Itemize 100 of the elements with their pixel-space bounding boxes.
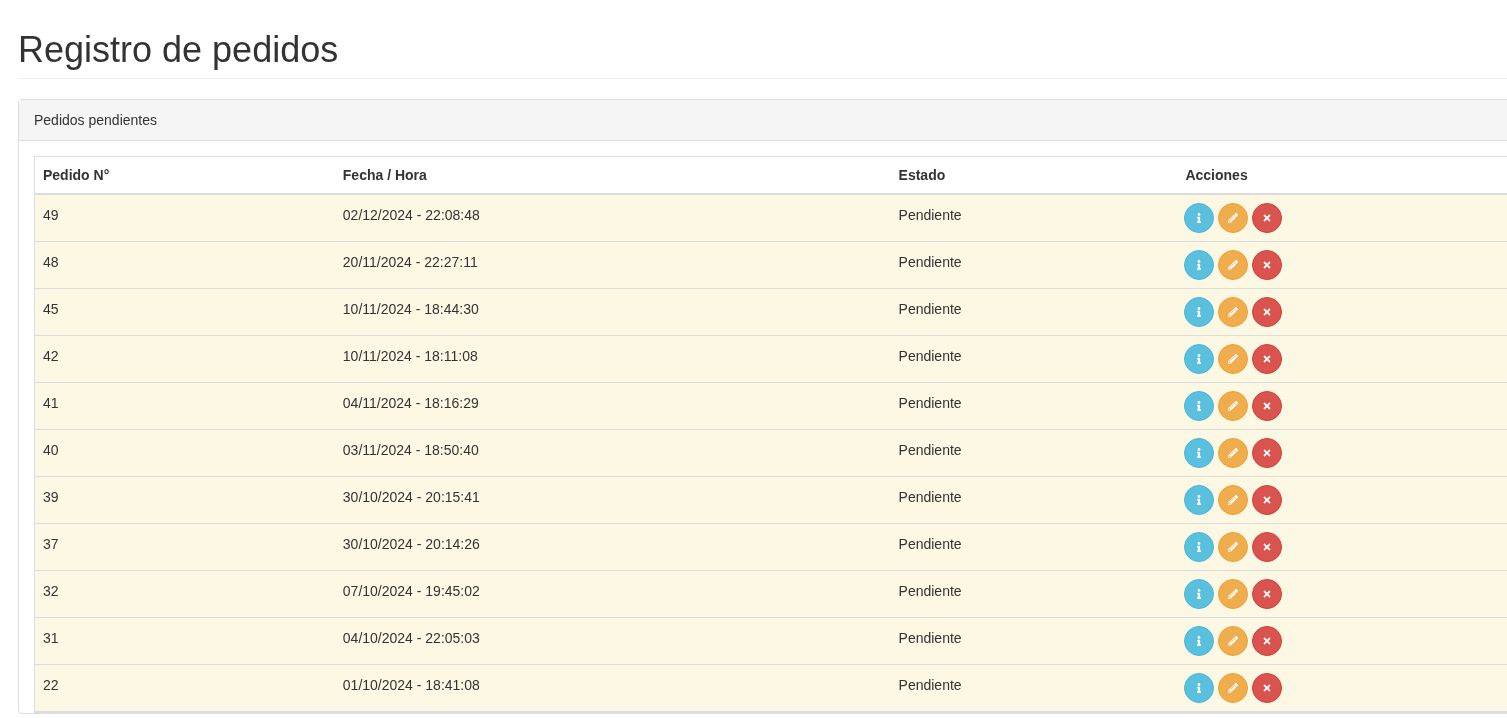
edit-button[interactable] <box>1218 438 1249 468</box>
edit-button[interactable] <box>1218 344 1249 374</box>
panel-title: Pedidos pendientes <box>34 110 157 130</box>
edit-button[interactable] <box>1218 250 1249 280</box>
table-cell: Pendiente <box>898 207 962 223</box>
table-cell: 49 <box>43 207 59 223</box>
info-button[interactable] <box>1184 532 1215 562</box>
table-cell: 04/10/2024 - 22:05:03 <box>342 630 480 646</box>
delete-button[interactable] <box>1252 485 1283 515</box>
info-button[interactable] <box>1184 626 1215 656</box>
table-row[interactable]: 40 03/11/2024 - 18:50:40 Pendiente <box>35 430 1507 477</box>
pencil-icon <box>1228 589 1239 599</box>
table-row[interactable]: 48 20/11/2024 - 22:27:11 Pendiente <box>35 242 1507 289</box>
table-cell: 07/10/2024 - 19:45:02 <box>342 583 480 599</box>
delete-button[interactable] <box>1252 532 1283 562</box>
info-button[interactable] <box>1184 297 1215 327</box>
delete-button[interactable] <box>1252 344 1283 374</box>
table-cell: 30/10/2024 - 20:15:41 <box>342 489 480 505</box>
table-cell: 30/10/2024 - 20:14:26 <box>342 536 480 552</box>
table-row[interactable]: 31 04/10/2024 - 22:05:03 Pendiente <box>35 618 1507 665</box>
close-icon <box>1262 354 1273 364</box>
table-cell: 41 <box>43 395 59 411</box>
info-button[interactable] <box>1184 673 1215 703</box>
close-icon <box>1262 683 1273 693</box>
table-cell: 40 <box>43 442 59 458</box>
info-button[interactable] <box>1184 485 1215 515</box>
table-row[interactable]: 32 07/10/2024 - 19:45:02 Pendiente <box>35 571 1507 618</box>
pencil-icon <box>1228 683 1239 693</box>
close-icon <box>1262 307 1273 317</box>
table-cell: 02/12/2024 - 22:08:48 <box>342 207 480 223</box>
table-cell: 10/11/2024 - 18:44:30 <box>342 301 479 317</box>
table-cell: Pendiente <box>898 442 962 458</box>
table-cell: 42 <box>43 348 59 364</box>
close-icon <box>1262 636 1273 646</box>
info-button[interactable] <box>1184 203 1215 233</box>
pencil-icon <box>1228 213 1239 223</box>
delete-button[interactable] <box>1252 250 1283 280</box>
close-icon <box>1262 542 1273 552</box>
table-row[interactable]: 39 30/10/2024 - 20:15:41 Pendiente <box>35 477 1507 524</box>
table-cell: 48 <box>43 254 59 270</box>
table-cell: 32 <box>43 583 59 599</box>
edit-button[interactable] <box>1218 391 1249 421</box>
table-row[interactable]: 41 04/11/2024 - 18:16:29 Pendiente <box>35 383 1507 430</box>
close-icon <box>1262 260 1273 270</box>
pencil-icon <box>1228 448 1239 458</box>
table-cell: 20/11/2024 - 22:27:11 <box>342 254 478 270</box>
table-cell: Pendiente <box>898 536 962 552</box>
delete-button[interactable] <box>1252 626 1283 656</box>
info-button[interactable] <box>1184 250 1215 280</box>
table-cell: Pendiente <box>898 583 962 599</box>
table-cell: 03/11/2024 - 18:50:40 <box>342 442 479 458</box>
edit-button[interactable] <box>1218 297 1249 327</box>
delete-button[interactable] <box>1252 391 1283 421</box>
table-cell: 01/10/2024 - 18:41:08 <box>342 677 480 693</box>
delete-button[interactable] <box>1252 438 1283 468</box>
table-row[interactable]: 49 02/12/2024 - 22:08:48 Pendiente <box>35 195 1507 242</box>
column-header: Estado <box>898 165 946 185</box>
table-row[interactable]: 22 01/10/2024 - 18:41:08 Pendiente <box>35 665 1507 712</box>
pencil-icon <box>1228 401 1239 411</box>
table-cell: 37 <box>43 536 59 552</box>
close-icon <box>1262 448 1273 458</box>
table-cell: Pendiente <box>898 395 962 411</box>
column-header: Acciones <box>1185 165 1248 185</box>
table-row[interactable]: 42 10/11/2024 - 18:11:08 Pendiente <box>35 336 1507 383</box>
edit-button[interactable] <box>1218 673 1249 703</box>
column-header: Fecha / Hora <box>342 165 427 185</box>
table-row[interactable]: 37 30/10/2024 - 20:14:26 Pendiente <box>35 524 1507 571</box>
edit-button[interactable] <box>1218 532 1249 562</box>
info-button[interactable] <box>1184 579 1215 609</box>
table-cell: Pendiente <box>898 348 962 364</box>
edit-button[interactable] <box>1218 626 1249 656</box>
delete-button[interactable] <box>1252 673 1283 703</box>
table-cell: 45 <box>43 301 59 317</box>
table-cell: Pendiente <box>898 489 962 505</box>
delete-button[interactable] <box>1252 203 1283 233</box>
delete-button[interactable] <box>1252 579 1283 609</box>
pencil-icon <box>1228 354 1239 364</box>
pencil-icon <box>1228 542 1239 552</box>
table-row[interactable]: 45 10/11/2024 - 18:44:30 Pendiente <box>35 289 1507 336</box>
table-cell: Pendiente <box>898 254 962 270</box>
table-cell: 10/11/2024 - 18:11:08 <box>342 348 478 364</box>
table-cell: 39 <box>43 489 59 505</box>
pencil-icon <box>1228 260 1239 270</box>
edit-button[interactable] <box>1218 485 1249 515</box>
info-button[interactable] <box>1184 438 1215 468</box>
info-button[interactable] <box>1184 344 1215 374</box>
close-icon <box>1262 589 1273 599</box>
table-cell: Pendiente <box>898 677 962 693</box>
table-cell: 04/11/2024 - 18:16:29 <box>342 395 479 411</box>
page-title: Registro de pedidos <box>18 30 339 70</box>
close-icon <box>1262 401 1273 411</box>
pencil-icon <box>1228 636 1239 646</box>
edit-button[interactable] <box>1218 203 1249 233</box>
table-cell: 31 <box>43 630 59 646</box>
delete-button[interactable] <box>1252 297 1283 327</box>
info-button[interactable] <box>1184 391 1215 421</box>
table-cell: Pendiente <box>898 301 962 317</box>
close-icon <box>1262 213 1273 223</box>
pencil-icon <box>1228 307 1239 317</box>
edit-button[interactable] <box>1218 579 1249 609</box>
